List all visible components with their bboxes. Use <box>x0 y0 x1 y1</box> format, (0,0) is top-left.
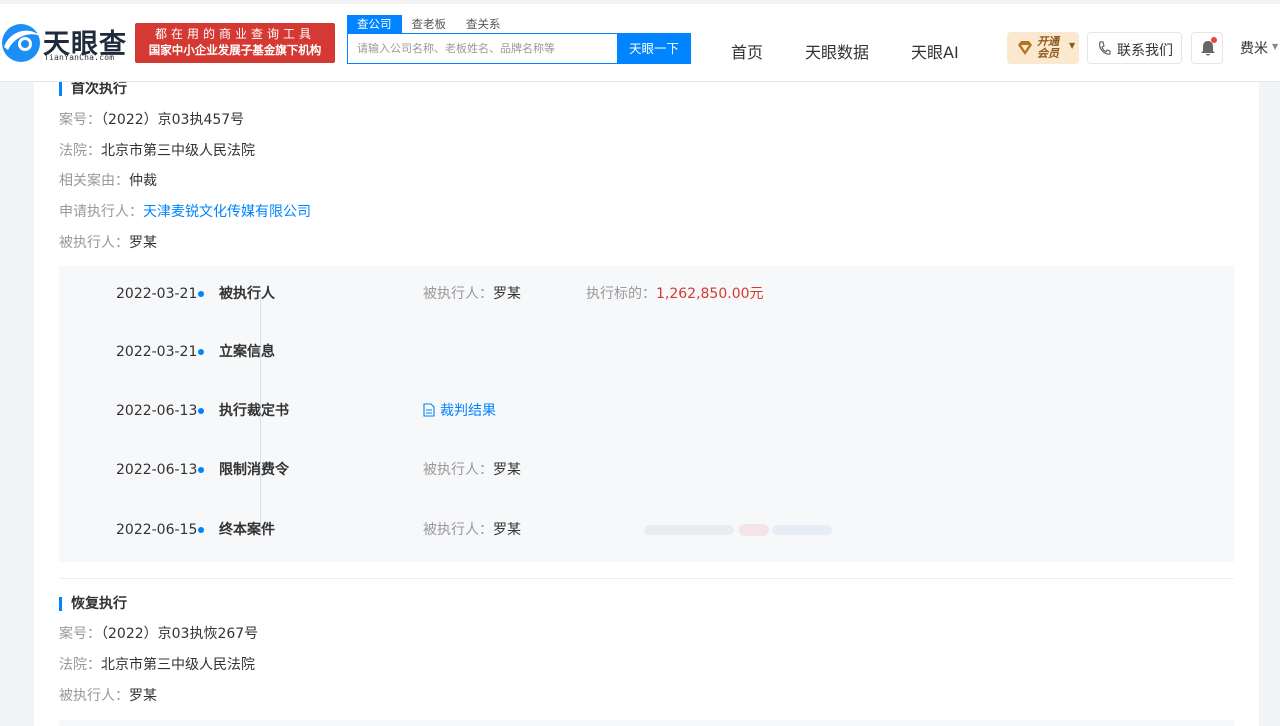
search-box <box>347 33 618 64</box>
timeline-panel: 2022-03-21 被执行人 被执行人：罗某 执行标的：1,262,850.0… <box>59 266 1234 562</box>
tab-search-relation[interactable]: 查关系 <box>456 15 511 33</box>
case-number-value: （2022）京03执恢267号 <box>101 626 259 642</box>
slogan-banner[interactable]: 都在用的商业查询工具 国家中小企业发展子基金旗下机构 <box>135 23 335 63</box>
timeline-date: 2022-03-21 <box>116 344 198 360</box>
field-case-number: 案号：（2022）京03执457号 <box>59 111 244 129</box>
timeline-amount-label: 执行标的： <box>586 286 656 302</box>
timeline-respondent-label: 被执行人： <box>423 462 493 478</box>
field-respondent: 被执行人：罗某 <box>59 234 157 252</box>
respondent-label: 被执行人： <box>59 235 129 251</box>
timeline-type: 被执行人 <box>219 286 275 302</box>
search-button[interactable]: 天眼一下 <box>617 33 691 64</box>
diamond-icon <box>1018 41 1032 55</box>
top-header: 天眼查 TianYanCha.com 都在用的商业查询工具 国家中小企业发展子基… <box>0 0 1280 82</box>
timeline-dot <box>198 408 204 414</box>
timeline-respondent-value: 罗某 <box>493 462 521 478</box>
nav-tianyan-ai[interactable]: 天眼AI <box>911 39 959 63</box>
logo-subtitle: TianYanCha.com <box>44 53 115 62</box>
timeline-row: 2022-06-13 限制消费令 被执行人：罗某 <box>59 460 1234 480</box>
cause-value: 仲裁 <box>129 173 157 189</box>
field-respondent: 被执行人：罗某 <box>59 687 157 705</box>
chevron-down-icon: ▼ <box>1069 41 1076 50</box>
browser-strip <box>0 0 1280 4</box>
timeline-respondent-label: 被执行人： <box>423 522 493 538</box>
timeline-respondent-value: 罗某 <box>493 286 521 302</box>
applicant-company-link[interactable]: 天津麦锐文化传媒有限公司 <box>143 204 311 220</box>
cause-label: 相关案由： <box>59 173 129 189</box>
phone-icon <box>1099 41 1111 55</box>
respondent-value: 罗某 <box>129 688 157 704</box>
tab-search-boss[interactable]: 查老板 <box>402 15 457 33</box>
document-icon <box>423 403 435 417</box>
timeline-dot <box>198 291 204 297</box>
judgment-result-link[interactable]: 裁判结果 <box>423 401 496 421</box>
timeline-respondent: 被执行人：罗某 <box>423 520 521 540</box>
court-value: 北京市第三中级人民法院 <box>101 143 255 159</box>
court-label: 法院： <box>59 143 101 159</box>
contact-button[interactable]: 联系我们 <box>1087 32 1182 64</box>
court-label: 法院： <box>59 657 101 673</box>
timeline-amount: 执行标的：1,262,850.00元 <box>586 284 764 304</box>
case-number-value: （2022）京03执457号 <box>101 112 245 128</box>
timeline-date: 2022-06-13 <box>116 403 198 419</box>
timeline-type: 执行裁定书 <box>219 403 289 419</box>
field-applicant: 申请执行人：天津麦锐文化传媒有限公司 <box>59 203 311 221</box>
timeline-type: 立案信息 <box>219 344 275 360</box>
timeline-amount-value: 1,262,850.00元 <box>656 286 764 302</box>
case-number-label: 案号： <box>59 112 101 128</box>
section-title-resumed-execution: 恢复执行 <box>59 596 127 612</box>
next-timeline-panel <box>59 720 1234 726</box>
judgment-result-label: 裁判结果 <box>440 403 496 419</box>
notification-button[interactable] <box>1191 32 1223 64</box>
court-value: 北京市第三中级人民法院 <box>101 657 255 673</box>
tianyancha-logo[interactable]: 天眼查 TianYanCha.com <box>0 20 130 66</box>
timeline-respondent: 被执行人：罗某 <box>423 284 521 304</box>
timeline-date: 2022-06-13 <box>116 462 198 478</box>
timeline-respondent-label: 被执行人： <box>423 286 493 302</box>
timeline-type: 终本案件 <box>219 522 275 538</box>
section-title-first-execution: 首次执行 <box>59 81 127 97</box>
case-number-label: 案号： <box>59 626 101 642</box>
timeline-type: 限制消费令 <box>219 462 289 478</box>
timeline-date: 2022-06-15 <box>116 522 198 538</box>
timeline-row: 2022-03-21 立案信息 <box>59 342 1234 362</box>
timeline-row: 2022-06-13 执行裁定书 裁判结果 <box>59 401 1234 421</box>
blurred-watermark <box>644 524 832 536</box>
respondent-value: 罗某 <box>129 235 157 251</box>
nav-tianyan-data[interactable]: 天眼数据 <box>805 39 869 63</box>
banner-line-1: 都在用的商业查询工具 <box>154 27 315 41</box>
timeline-dot <box>198 527 204 533</box>
notification-dot <box>1211 37 1217 43</box>
tab-search-company[interactable]: 查公司 <box>347 15 402 33</box>
user-chevron-down-icon[interactable]: ▼ <box>1272 42 1278 51</box>
field-court: 法院：北京市第三中级人民法院 <box>59 656 255 674</box>
section-divider <box>59 578 1234 579</box>
search-tabs: 查公司 查老板 查关系 <box>347 15 511 33</box>
timeline-respondent: 被执行人：罗某 <box>423 460 521 480</box>
vip-label: 开通会员 <box>1037 35 1059 60</box>
search-input[interactable] <box>348 34 617 63</box>
vip-button[interactable]: 开通会员 ▼ <box>1007 32 1079 64</box>
field-court: 法院：北京市第三中级人民法院 <box>59 142 255 160</box>
contact-label: 联系我们 <box>1117 43 1173 59</box>
respondent-label: 被执行人： <box>59 688 129 704</box>
timeline-dot <box>198 349 204 355</box>
banner-line-2: 国家中小企业发展子基金旗下机构 <box>148 43 322 57</box>
user-name[interactable]: 费米 <box>1240 38 1268 58</box>
timeline-row: 2022-03-21 被执行人 被执行人：罗某 执行标的：1,262,850.0… <box>59 284 1234 304</box>
timeline-dot <box>198 467 204 473</box>
logo-eye-icon <box>2 24 40 62</box>
applicant-label: 申请执行人： <box>59 204 143 220</box>
field-cause: 相关案由：仲裁 <box>59 172 157 190</box>
field-case-number: 案号：（2022）京03执恢267号 <box>59 625 258 643</box>
timeline-respondent-value: 罗某 <box>493 522 521 538</box>
nav-home[interactable]: 首页 <box>731 39 763 63</box>
timeline-date: 2022-03-21 <box>116 286 198 302</box>
